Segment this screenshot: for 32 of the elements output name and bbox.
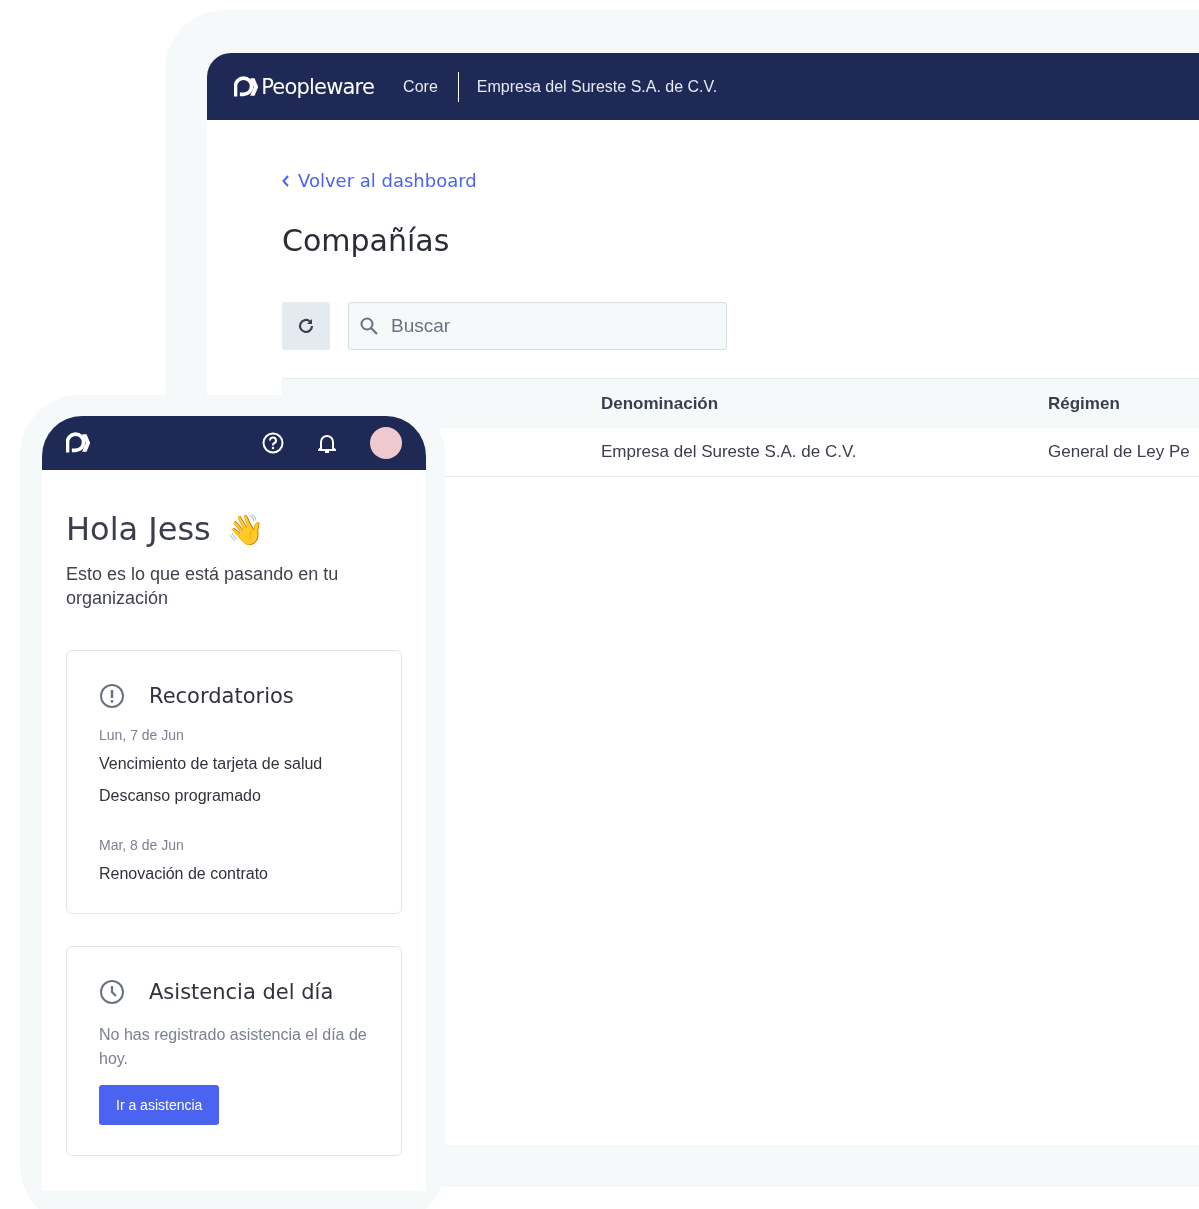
search-field[interactable]: Buscar [348, 302, 727, 350]
card-title: Recordatorios [149, 684, 294, 708]
attendance-button[interactable]: Ir a asistencia [99, 1085, 220, 1125]
table-cell-text: Empresa del Sureste S.A. de C.V. [601, 442, 858, 462]
page-title: Compañías [282, 223, 451, 258]
subtitle: Esto es lo que está pasando en tu organización [66, 563, 340, 610]
wave-emoji: 👋 [226, 511, 264, 547]
logo-icon [66, 432, 91, 454]
brand-name: Peopleware [261, 74, 375, 99]
clock-icon [99, 979, 125, 1005]
company-name: Empresa del Sureste S.A. de C.V. [476, 77, 718, 96]
reminder-date: Lun, 7 de Jun [99, 727, 185, 743]
reminder-item: Renovación de contrato [99, 865, 269, 883]
module-name: Core [403, 77, 438, 96]
table-cell-text: General de Ley Pe [1048, 442, 1191, 462]
bell-icon[interactable] [318, 432, 336, 454]
chevron-left-icon [282, 174, 290, 187]
logo-icon [234, 75, 259, 98]
column-header: Denominación [601, 393, 720, 414]
attendance-message: No has registrado asistencia el día de hoy. [99, 1025, 368, 1069]
reminder-item: Vencimiento de tarjeta de salud [99, 755, 324, 773]
card-title: Asistencia del día [149, 980, 334, 1004]
greeting: Hola Jess [66, 510, 211, 548]
column-header: Régimen [1048, 393, 1121, 414]
refresh-button[interactable] [282, 302, 330, 350]
alert-icon [99, 683, 125, 709]
reminder-date: Mar, 8 de Jun [99, 837, 185, 853]
refresh-icon [297, 317, 315, 335]
back-link[interactable]: Volver al dashboard [282, 170, 477, 191]
avatar[interactable] [370, 427, 402, 459]
help-icon[interactable] [262, 432, 284, 454]
reminder-item: Descanso programado [99, 787, 262, 805]
